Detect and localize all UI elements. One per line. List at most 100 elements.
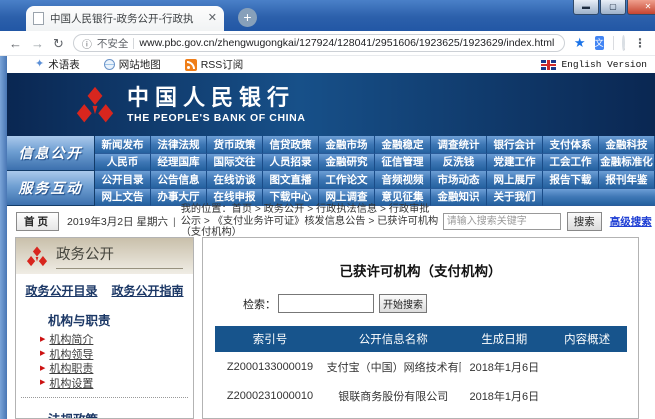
name-cell[interactable]: 支付宝（中国）网络技术有限公司 [326,352,461,381]
new-tab-button[interactable]: + [238,8,257,27]
nav-item[interactable]: 在线访谈 [207,171,263,189]
table-search-input[interactable] [278,294,374,313]
sidebar-item-label[interactable]: 机构设置 [49,375,93,391]
bookmark-star-icon[interactable]: ★ [574,35,586,51]
nav-item[interactable]: 金融稳定 [375,136,431,154]
sitemap-label: 网站地图 [119,57,161,72]
nav-filler [543,189,655,207]
english-version-link[interactable]: English Version [541,59,647,70]
nav-item[interactable]: 征信管理 [375,154,431,172]
nav-item[interactable]: 金融知识 [431,189,487,207]
close-button[interactable]: ✕ [627,0,655,15]
nav-item[interactable]: 新闻发布 [95,136,151,154]
sidebar-top-links: 政务公开目录 政务公开指南 [16,282,193,299]
nav-item[interactable]: 货币政策 [207,136,263,154]
window-controls: ▬ ▢ ✕ [572,0,655,15]
sidebar-item[interactable]: ▶ 机构领导 [40,347,193,362]
nav-item[interactable]: 法律法规 [151,136,207,154]
index-cell: Z2000231000010 [215,381,326,410]
nav-item[interactable]: 人民币 [95,154,151,172]
not-secure-label: 不安全 [97,36,129,51]
info-icon[interactable]: ⓘ [82,36,92,51]
address-bar[interactable]: ⓘ 不安全 www.pbc.gov.cn/zhengwugongkai/1279… [73,34,565,52]
forward-icon[interactable]: → [31,37,44,50]
sidebar-item[interactable]: ▶ 机构简介 [40,332,193,347]
search-label: 检索： [243,296,276,312]
browser-tab[interactable]: 中国人民银行-政务公开-行政执 ✕ [26,6,224,31]
nav-group-information[interactable]: 信息公开 [7,136,95,171]
nav-item[interactable]: 工作论文 [319,171,375,189]
date-cell: 2016年5月3日 [461,410,548,419]
table-row[interactable]: Z2000231000010 银联商务股份有限公司 2018年1月6日 [215,381,627,410]
site-name-en: THE PEOPLE'S BANK OF CHINA [127,112,306,124]
nav-item[interactable]: 经理国库 [151,154,207,172]
glossary-link[interactable]: ✦ 术语表 [35,57,80,72]
nav-item[interactable]: 关于我们 [487,189,543,207]
site-name-cn: 中国人民银行 [127,86,306,110]
pbc-logo-icon [75,86,115,124]
nav-row-2: 人民币 经理国库 国际交往 人员招录 金融研究 征信管理 反洗钱 党建工作 工会… [95,154,655,172]
nav-item[interactable]: 党建工作 [487,154,543,172]
nav-item[interactable]: 网上展厅 [487,171,543,189]
nav-item[interactable]: 音频视频 [375,171,431,189]
nav-item[interactable]: 公开目录 [95,171,151,189]
table-row[interactable]: Z2000311000013 资和信电子支付有限公司 2016年5月3日 [215,410,627,419]
breadcrumb-bar: 首页 2019年3月2日 星期六 | 我的位置：首页 > 政务公开 > 行政执法… [7,206,655,237]
nav-item[interactable]: 工会工作 [543,154,599,172]
nav-item[interactable]: 网上文告 [95,189,151,207]
sidebar-link-catalog[interactable]: 政务公开目录 [25,282,97,299]
nav-item[interactable]: 报告下载 [543,171,599,189]
nav-item[interactable]: 国际交往 [207,154,263,172]
minimize-button[interactable]: ▬ [573,0,599,15]
site-search-button[interactable]: 搜索 [567,212,602,231]
nav-item[interactable]: 报刊年鉴 [599,171,655,189]
nav-item[interactable]: 公告信息 [151,171,207,189]
tab-close-icon[interactable]: ✕ [208,13,217,24]
url-text: www.pbc.gov.cn/zhengwugongkai/127924/128… [139,37,554,49]
english-version-label: English Version [561,59,647,70]
name-cell[interactable]: 资和信电子支付有限公司 [326,410,461,419]
browser-window: 中国人民银行-政务公开-行政执 ✕ + ▬ ▢ ✕ ← → ↻ ⓘ 不安全 ww… [0,0,655,419]
back-icon[interactable]: ← [9,37,22,50]
nav-item[interactable]: 支付体系 [543,136,599,154]
sidebar-item[interactable]: ▶ 机构职责 [40,361,193,376]
nav-item[interactable]: 调查统计 [431,136,487,154]
sitemap-link[interactable]: 网站地图 [104,57,161,72]
nav-item[interactable]: 市场动态 [431,171,487,189]
sidebar-link-guide[interactable]: 政务公开指南 [112,282,184,299]
table-row[interactable]: Z2000133000019 支付宝（中国）网络技术有限公司 2018年1月6日 [215,352,627,381]
nav-item[interactable]: 金融科技 [599,136,655,154]
globe-icon [104,59,115,70]
nav-item[interactable]: 信贷政策 [263,136,319,154]
sidebar-header: 政务公开 [16,238,193,274]
nav-item[interactable]: 反洗钱 [431,154,487,172]
nav-item[interactable]: 金融标准化 [599,154,655,172]
translate-icon[interactable]: 文 [595,36,604,50]
nav-item[interactable]: 金融研究 [319,154,375,172]
breadcrumb[interactable]: 我的位置：首页 > 政务公开 > 行政执法信息 > 行政审批公示 > 《支付业务… [181,204,439,239]
table-search-row: 检索： 开始搜索 [243,294,638,313]
rss-link[interactable]: RSS订阅 [185,57,244,72]
sidebar: 政务公开 政务公开目录 政务公开指南 机构与职责 ▶ 机构简介 ▶ 机构领导 ▶… [15,237,194,419]
sidebar-title: 政务公开 [56,243,183,269]
advanced-search-link[interactable]: 高级搜索 [610,214,652,229]
name-cell[interactable]: 银联商务股份有限公司 [326,381,461,410]
nav-group-service[interactable]: 服务互动 [7,171,95,206]
triangle-bullet-icon: ▶ [40,379,45,386]
nav-item[interactable]: 金融市场 [319,136,375,154]
date-label: 2019年3月2日 星期六 [67,214,168,229]
maximize-button[interactable]: ▢ [600,0,626,15]
field-divider [133,38,134,49]
chrome-menu-icon[interactable]: ⋮ [634,36,646,50]
site-search-input[interactable] [443,213,561,230]
start-search-button[interactable]: 开始搜索 [379,294,427,313]
nav-item[interactable]: 银行会计 [487,136,543,154]
reload-icon[interactable]: ↻ [53,37,64,50]
nav-item[interactable]: 图文直播 [263,171,319,189]
nav-item[interactable]: 人员招录 [263,154,319,172]
site-header: 中国人民银行 THE PEOPLE'S BANK OF CHINA [7,73,655,136]
index-cell: Z2000311000013 [215,410,326,419]
profile-avatar-icon[interactable] [622,35,625,51]
home-button[interactable]: 首页 [16,212,59,231]
sidebar-item[interactable]: ▶ 机构设置 [40,376,193,391]
